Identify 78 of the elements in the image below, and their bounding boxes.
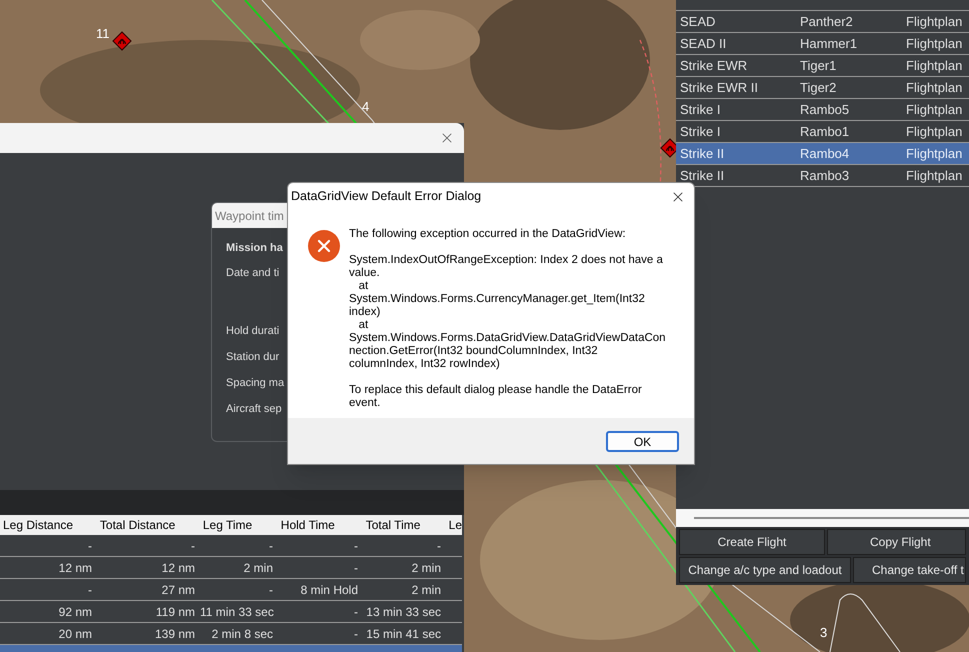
table-cell-text: Panther2 <box>799 12 854 31</box>
table-cell-text: Strike II <box>679 144 726 163</box>
column-header[interactable]: Total Time <box>362 516 446 534</box>
table-cell-text: Strike I <box>679 122 722 141</box>
table-cell-text: - <box>190 538 196 554</box>
field-label: Spacing ma <box>226 377 284 389</box>
table-cell-text: SEAD <box>679 12 716 31</box>
table-cell-text: Rambo3 <box>799 166 850 185</box>
action-button[interactable]: Change take-off t <box>853 557 966 583</box>
window-title: Waypoint tim <box>215 208 284 224</box>
table-cell-text: - <box>436 538 442 554</box>
action-button[interactable]: Change a/c type and loadout <box>679 557 851 583</box>
table-cell-text: 2 min <box>410 582 442 598</box>
action-button[interactable]: Create Flight <box>679 529 825 555</box>
table-cell-text: 139 nm <box>154 626 196 642</box>
marker-icon <box>112 31 132 51</box>
table-cell-text: Strike EWR II <box>679 78 760 97</box>
table-cell-text: Flightplan <box>905 56 964 75</box>
table-cell-text: - <box>353 560 359 576</box>
table-cell-text: Tiger2 <box>799 78 838 97</box>
table-cell-text: Flightplan <box>905 144 964 163</box>
table-cell-text: 92 nm <box>58 604 93 620</box>
table-cell-text: - <box>353 538 359 554</box>
map-label: 3 <box>820 626 828 639</box>
map-label: 11 <box>96 27 110 40</box>
table-cell-text: 8 min Hold <box>300 582 359 598</box>
column-header[interactable]: Le <box>446 516 462 534</box>
field-label: Aircraft sep <box>226 403 282 415</box>
table-cell-text: Flightplan <box>905 166 964 185</box>
table-cell-text: Flightplan <box>905 12 964 31</box>
table-cell-text: SEAD II <box>679 34 728 53</box>
table-cell-text: 12 nm <box>58 560 93 576</box>
error-message: To replace this default dialog please handle the DataError event. <box>349 384 643 410</box>
map-label: 4 <box>362 100 370 113</box>
horizontal-scrollbar[interactable] <box>676 509 969 527</box>
table-cell-text: Tiger1 <box>799 56 838 75</box>
table-cell-text: Strike EWR <box>679 56 748 75</box>
table-cell-text: 119 nm <box>154 604 196 620</box>
flight-row[interactable]: Strike II Rambo4 Flightplan <box>676 143 969 165</box>
field-label: Mission ha <box>226 242 283 254</box>
column-header[interactable]: Total Distance <box>96 516 200 534</box>
table-cell-text: 12 nm <box>160 560 196 576</box>
table-cell-text: 13 min 33 sec <box>365 604 442 620</box>
table-cell-text: - <box>87 582 93 598</box>
field-label: Date and ti <box>226 267 280 279</box>
field-label: Station dur <box>226 351 280 363</box>
table-cell-text: Flightplan <box>905 34 964 53</box>
table-cell-text: 2 min <box>242 560 274 576</box>
column-header[interactable]: Leg Distance <box>0 516 97 534</box>
table-cell-text: - <box>87 538 93 554</box>
error-icon <box>308 230 340 262</box>
column-header[interactable]: Leg Time <box>200 516 278 534</box>
dialog-title: DataGridView Default Error Dialog <box>291 188 482 206</box>
table-cell-text: Flightplan <box>905 122 964 141</box>
table-cell-text: - <box>353 604 359 620</box>
table-cell-text: - <box>353 626 359 642</box>
table-cell-text: 11 min 33 sec <box>200 604 275 620</box>
table-cell-text: Hammer1 <box>799 34 858 53</box>
field-label: Hold durati <box>226 325 280 337</box>
table-cell-text: Flightplan <box>905 78 964 97</box>
table-cell-text: 2 min <box>410 560 442 576</box>
table-cell-text: Rambo1 <box>799 122 850 141</box>
table-cell-text: - <box>268 538 274 554</box>
table-cell-text: 20 nm <box>58 626 93 642</box>
error-message: System.IndexOutOfRangeException: Index 2 does not have a value. at System.Windows.Forms.CurrencyManager.get_Item(Int32 index) at System.Windows.Forms.DataGridView.DataGridViewDataConnection.GetError(Int32 boundColumnIndex, Int32 columnIndex, Int32 rowIndex) <box>349 254 667 371</box>
error-message: The following exception occurred in the DataGridView: <box>349 228 627 241</box>
ok-button[interactable]: OK <box>606 430 679 452</box>
table-cell-text: 2 min 8 sec <box>210 626 274 642</box>
table-cell-text: Strike I <box>679 100 722 119</box>
table-cell-text: Rambo4 <box>799 144 850 163</box>
table-cell-text: 15 min 41 sec <box>365 626 442 642</box>
column-header[interactable]: Hold Time <box>278 516 363 534</box>
action-button[interactable]: Copy Flight <box>827 529 966 555</box>
table-cell-text: 27 nm <box>160 582 196 598</box>
table-cell-text: Flightplan <box>905 100 964 119</box>
table-cell-text: - <box>268 582 274 598</box>
table-cell-text: Strike II <box>679 166 726 185</box>
table-cell-text: Rambo5 <box>799 100 850 119</box>
